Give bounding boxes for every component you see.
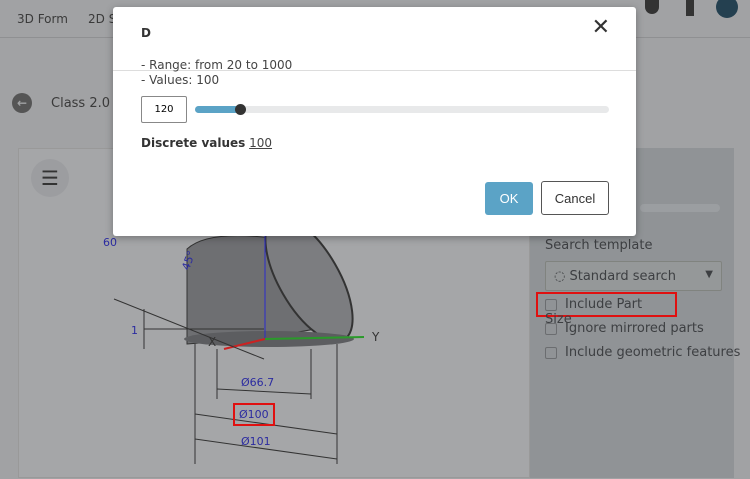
axis-x-label: X bbox=[208, 335, 217, 349]
search-template-label: Search template bbox=[545, 238, 653, 253]
ok-button[interactable]: OK bbox=[485, 182, 533, 215]
parameter-dialog: D ✕ - Range: from 20 to 1000 - Values: 1… bbox=[113, 7, 636, 236]
values-text: - Values: 100 bbox=[141, 73, 220, 87]
option-include-part-size[interactable]: Include Part Size bbox=[536, 292, 677, 327]
range-text: - Range: from 20 to 1000 bbox=[141, 58, 293, 72]
dialog-title: D bbox=[141, 26, 151, 40]
slider-handle[interactable] bbox=[235, 104, 247, 115]
checkbox[interactable] bbox=[545, 298, 557, 311]
panel-bar bbox=[640, 204, 720, 212]
bell-icon[interactable] bbox=[645, 0, 659, 14]
value-input[interactable] bbox=[141, 96, 187, 123]
dimension-100[interactable]: Ø100 bbox=[233, 403, 275, 426]
discrete-values-link[interactable]: 100 bbox=[249, 136, 272, 150]
value-slider[interactable] bbox=[195, 104, 609, 115]
search-template-icon: ◌ bbox=[554, 269, 570, 284]
search-template-select[interactable]: ◌ Standard search ▼ bbox=[545, 261, 722, 291]
close-icon[interactable]: ✕ bbox=[592, 15, 610, 40]
pin-icon[interactable] bbox=[686, 0, 694, 16]
checkbox[interactable] bbox=[545, 346, 557, 359]
chevron-down-icon: ▼ bbox=[705, 269, 713, 280]
dimension-101[interactable]: Ø101 bbox=[241, 435, 271, 448]
back-arrow-icon[interactable]: ← bbox=[12, 93, 32, 113]
search-template-value: Standard search bbox=[569, 269, 676, 284]
axis-y-label: Y bbox=[372, 330, 380, 344]
discrete-values-label: Discrete values bbox=[141, 136, 246, 150]
dimension-1[interactable]: 1 bbox=[131, 324, 138, 337]
option-label: Ignore mirrored parts bbox=[565, 321, 704, 336]
option-include-geometric[interactable]: Include geometric features bbox=[545, 345, 740, 360]
avatar[interactable] bbox=[716, 0, 738, 18]
cancel-button[interactable]: Cancel bbox=[541, 181, 609, 215]
slider-fill bbox=[195, 106, 241, 113]
dimension-66-7[interactable]: Ø66.7 bbox=[241, 376, 274, 389]
option-ignore-mirrored[interactable]: Ignore mirrored parts bbox=[545, 321, 704, 336]
checkbox[interactable] bbox=[545, 322, 557, 335]
breadcrumb: Class 2.0 o bbox=[51, 96, 123, 111]
dimension-60[interactable]: 60 bbox=[103, 236, 117, 249]
tab-3d-form[interactable]: 3D Form bbox=[17, 12, 68, 26]
option-label: Include geometric features bbox=[565, 345, 741, 360]
